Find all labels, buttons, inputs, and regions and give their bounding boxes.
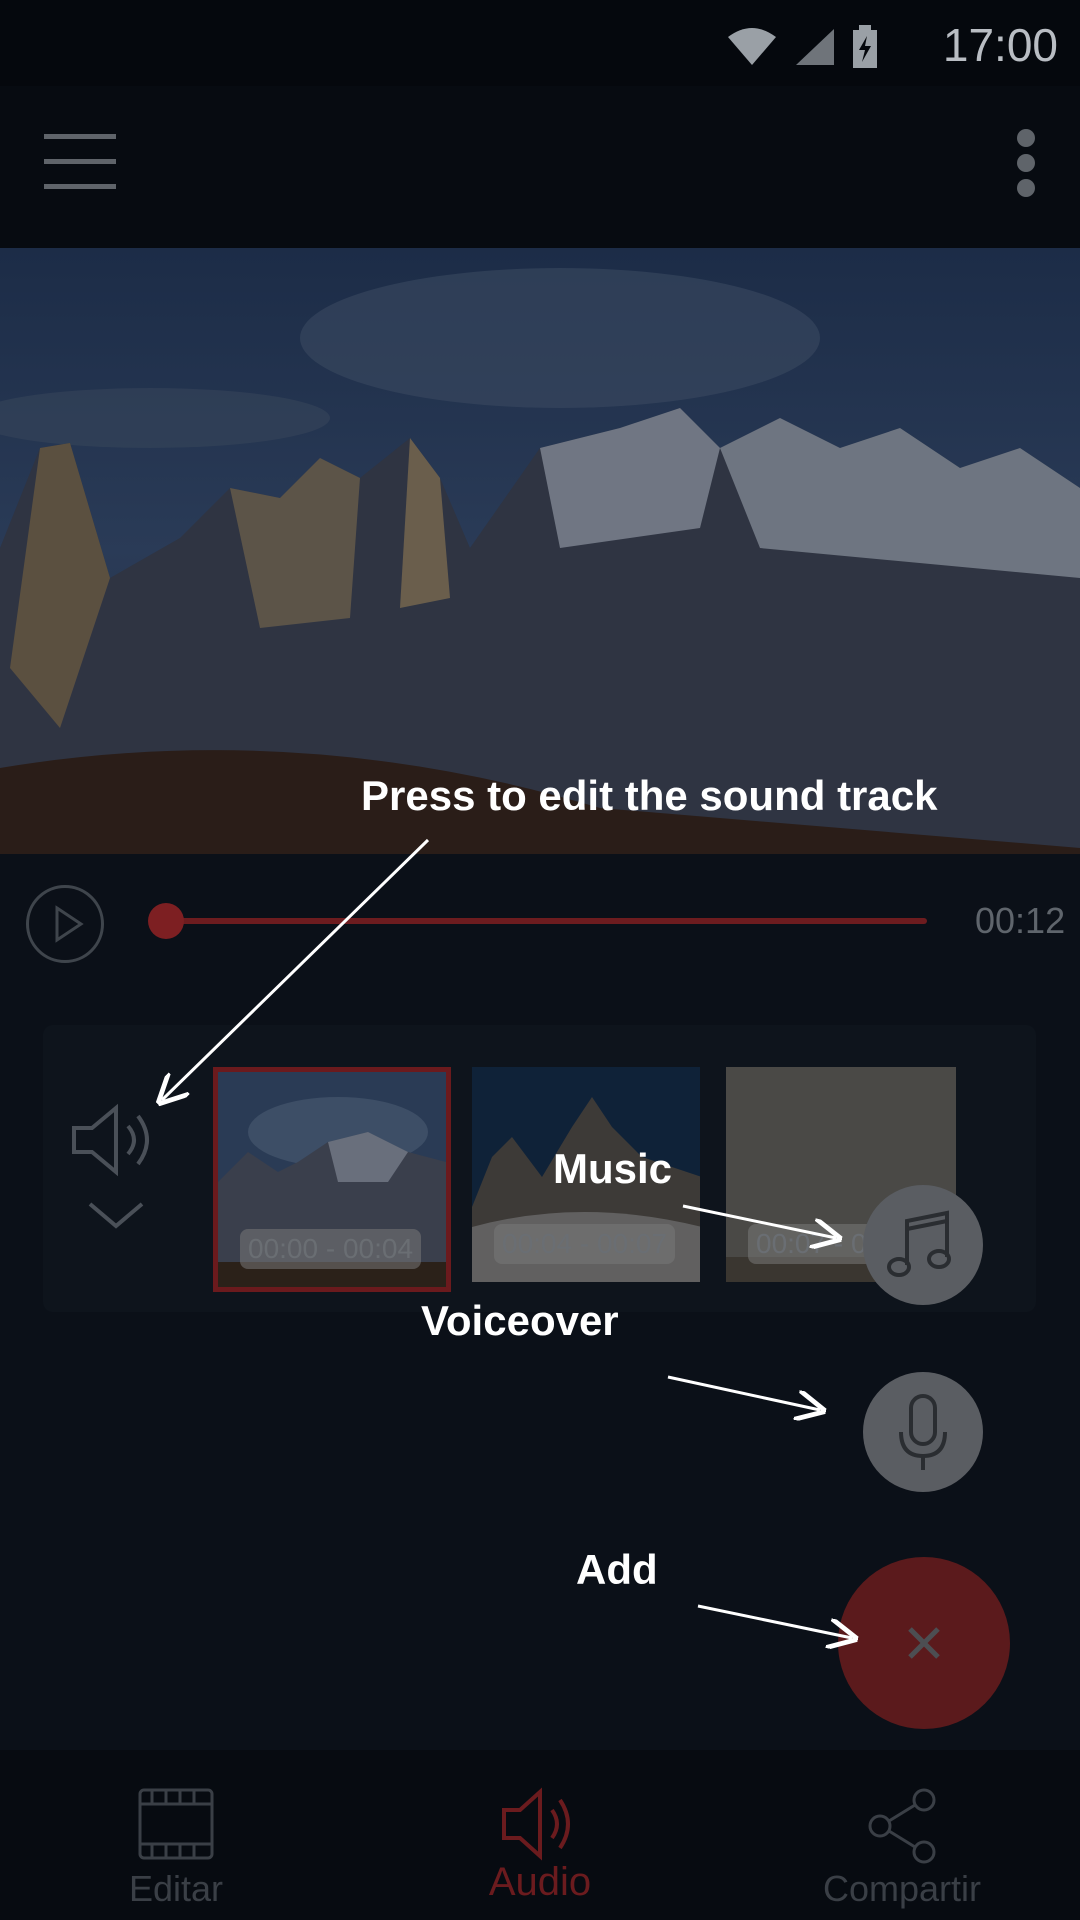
coach-voiceover: Voiceover (421, 1297, 619, 1344)
coach-sound-track: Press to edit the sound track (361, 772, 938, 819)
arrow-to-music (682, 1204, 836, 1238)
arrow-to-volume (162, 838, 430, 1100)
arrow-to-add (697, 1604, 852, 1638)
coach-arrows (0, 838, 1080, 1920)
coach-music: Music (553, 1145, 673, 1192)
arrow-to-voiceover (667, 1375, 820, 1410)
coach-add: Add (576, 1546, 658, 1593)
